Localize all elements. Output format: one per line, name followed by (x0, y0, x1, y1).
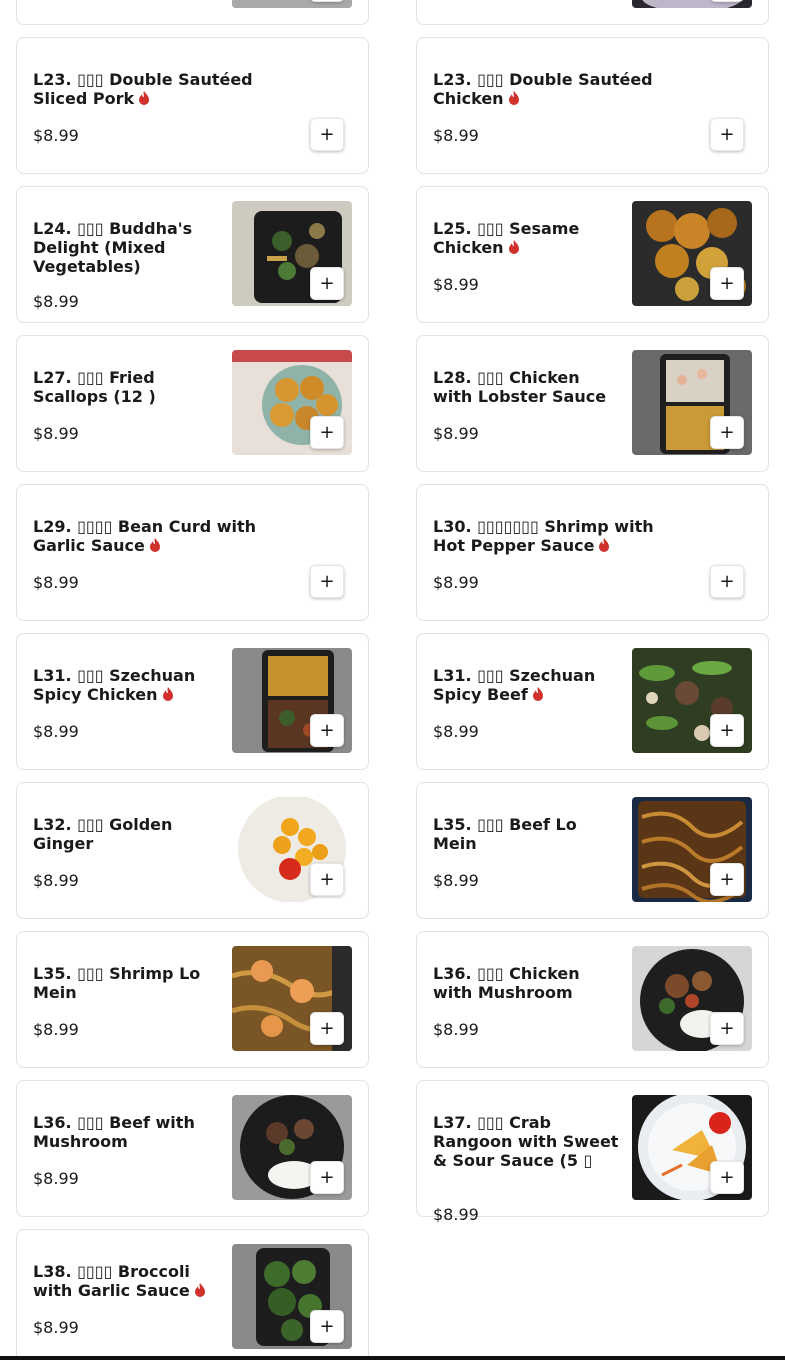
menu-item-card[interactable]: L35. ▯▯▯ Shrimp Lo Mein $8.99 + (16, 931, 369, 1068)
item-price: $8.99 (433, 1020, 479, 1039)
item-name: L38. ▯▯▯▯ Broccoli with Garlic Sauce (33, 1262, 219, 1300)
add-to-cart-button[interactable]: + (710, 267, 744, 300)
item-price: $8.99 (33, 126, 79, 145)
menu-item-card[interactable]: L29. ▯▯▯▯ Bean Curd with Garlic Sauce $8… (16, 484, 369, 621)
spicy-icon (508, 91, 519, 105)
item-name: L31. ▯▯▯ Szechuan Spicy Chicken (33, 666, 196, 704)
item-name: L29. ▯▯▯▯ Bean Curd with Garlic Sauce (33, 517, 257, 555)
menu-item-card[interactable]: L27. ▯▯▯ Fried Scallops (12 ) $8.99 + (16, 335, 369, 472)
menu-item-card[interactable]: L31. ▯▯▯ Szechuan Spicy Chicken $8.99 + (16, 633, 369, 770)
menu-item-card[interactable]: L35. ▯▯▯ Beef Lo Mein $8.99 + (416, 782, 769, 919)
spicy-icon (194, 1283, 205, 1297)
add-to-cart-button[interactable]: + (310, 714, 344, 747)
item-price: $8.99 (433, 126, 479, 145)
menu-item-card[interactable]: L36. ▯▯▯ Beef with Mushroom $8.99 + (16, 1080, 369, 1217)
add-to-cart-button[interactable]: + (710, 0, 744, 2)
menu-item-card[interactable]: L36. ▯▯▯ Chicken with Mushroom $8.99 + (416, 931, 769, 1068)
item-price: $8.99 (433, 424, 479, 443)
menu-item-card[interactable]: L31. ▯▯▯ Szechuan Spicy Beef $8.99 + (416, 633, 769, 770)
add-to-cart-button[interactable]: + (310, 1161, 344, 1194)
spicy-icon (149, 538, 160, 552)
menu-item-card[interactable]: L24. ▯▯▯ Buddha's Delight (Mixed Vegetab… (16, 186, 369, 323)
menu-item-card[interactable]: + (16, 0, 369, 25)
menu-item-card[interactable]: L23. ▯▯▯ Double Sautéed Sliced Pork $8.9… (16, 37, 369, 174)
bottom-edge-bar (0, 1356, 785, 1360)
item-name: L36. ▯▯▯ Beef with Mushroom (33, 1113, 195, 1151)
item-price: $8.99 (433, 871, 479, 890)
item-name: L28. ▯▯▯ Chicken with Lobster Sauce (433, 368, 607, 406)
spicy-icon (532, 687, 543, 701)
menu-item-card[interactable]: L32. ▯▯▯ Golden Ginger $8.99 + (16, 782, 369, 919)
menu-item-card[interactable]: L28. ▯▯▯ Chicken with Lobster Sauce $8.9… (416, 335, 769, 472)
item-price: $8.99 (33, 1169, 79, 1188)
spicy-icon (599, 538, 610, 552)
menu-item-card[interactable]: L30. ▯▯▯▯▯▯▯ Shrimp with Hot Pepper Sauc… (416, 484, 769, 621)
menu-item-card[interactable]: + (416, 0, 769, 25)
item-name: L36. ▯▯▯ Chicken with Mushroom (433, 964, 580, 1002)
add-to-cart-button[interactable]: + (710, 1012, 744, 1045)
item-price: $8.99 (33, 1318, 79, 1337)
menu-item-card[interactable]: L23. ▯▯▯ Double Sautéed Chicken $8.99 + (416, 37, 769, 174)
item-name: L23. ▯▯▯ Double Sautéed Sliced Pork (33, 70, 253, 108)
item-price: $8.99 (33, 722, 79, 741)
item-price: $8.99 (33, 424, 79, 443)
item-price: $8.99 (33, 573, 79, 592)
spicy-icon (139, 91, 150, 105)
item-price: $8.99 (33, 871, 79, 890)
item-price: $8.99 (433, 722, 479, 741)
item-name: L37. ▯▯▯ Crab Rangoon with Sweet & Sour … (433, 1113, 619, 1170)
add-to-cart-button[interactable]: + (710, 118, 744, 151)
menu-item-card[interactable]: L38. ▯▯▯▯ Broccoli with Garlic Sauce $8.… (16, 1229, 369, 1360)
add-to-cart-button[interactable]: + (710, 863, 744, 896)
item-price: $8.99 (433, 275, 479, 294)
item-price: $8.99 (33, 292, 79, 311)
add-to-cart-button[interactable]: + (710, 1161, 744, 1194)
add-to-cart-button[interactable]: + (710, 416, 744, 449)
add-to-cart-button[interactable]: + (310, 863, 344, 896)
add-to-cart-button[interactable]: + (310, 565, 344, 598)
item-name: L35. ▯▯▯ Beef Lo Mein (433, 815, 577, 853)
add-to-cart-button[interactable]: + (310, 416, 344, 449)
spicy-icon (508, 240, 519, 254)
add-to-cart-button[interactable]: + (710, 714, 744, 747)
add-to-cart-button[interactable]: + (310, 1012, 344, 1045)
add-to-cart-button[interactable]: + (310, 118, 344, 151)
add-to-cart-button[interactable]: + (310, 267, 344, 300)
menu-item-card[interactable]: L37. ▯▯▯ Crab Rangoon with Sweet & Sour … (416, 1080, 769, 1224)
add-to-cart-button[interactable]: + (310, 0, 344, 2)
item-name: L23. ▯▯▯ Double Sautéed Chicken (433, 70, 653, 108)
add-to-cart-button[interactable]: + (310, 1310, 344, 1343)
item-name: L27. ▯▯▯ Fried Scallops (12 ) (33, 368, 156, 406)
item-name: L32. ▯▯▯ Golden Ginger (33, 815, 173, 853)
item-name: L31. ▯▯▯ Szechuan Spicy Beef (433, 666, 596, 704)
item-name: L35. ▯▯▯ Shrimp Lo Mein (33, 964, 201, 1002)
item-name: L30. ▯▯▯▯▯▯▯ Shrimp with Hot Pepper Sauc… (433, 517, 654, 555)
menu-items-grid: + + L23. ▯▯▯ Double Sautéed Sliced Pork … (16, 0, 769, 1360)
item-price: $8.99 (33, 1020, 79, 1039)
item-name: L24. ▯▯▯ Buddha's Delight (Mixed Vegetab… (33, 219, 193, 276)
item-price: $8.99 (433, 1205, 479, 1224)
menu-item-card[interactable]: L25. ▯▯▯ Sesame Chicken $8.99 + (416, 186, 769, 323)
item-price: $8.99 (433, 573, 479, 592)
add-to-cart-button[interactable]: + (710, 565, 744, 598)
item-name: L25. ▯▯▯ Sesame Chicken (433, 219, 580, 257)
spicy-icon (162, 687, 173, 701)
